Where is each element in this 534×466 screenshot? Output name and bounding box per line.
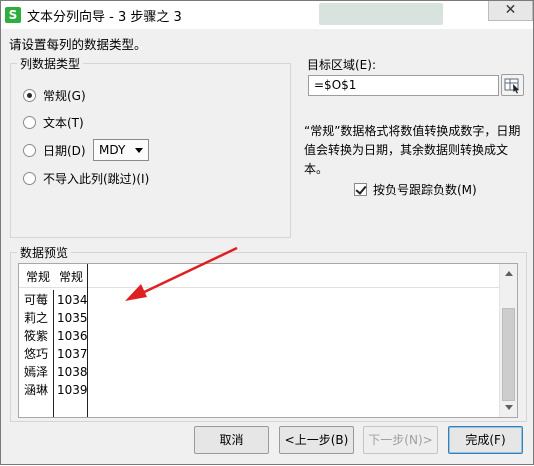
close-button[interactable]: ✕: [488, 1, 533, 21]
preview-header-col-2[interactable]: 常规: [59, 268, 83, 285]
negative-sign-checkbox-row[interactable]: 按负号跟踪负数(M): [354, 181, 477, 198]
radio-general-indicator[interactable]: [23, 88, 36, 102]
preview-header-row: 常规 常规: [19, 264, 499, 288]
radio-text-label: 文本(T): [43, 115, 84, 130]
radio-text[interactable]: 文本(T): [23, 113, 84, 131]
preview-cell: 可莓: [24, 293, 49, 307]
preview-cell: 筱紫: [24, 329, 49, 343]
window-title: 文本分列向导 - 3 步骤之 3: [27, 10, 182, 25]
radio-date-label: 日期(D): [43, 143, 86, 158]
radio-general-label: 常规(G): [43, 88, 86, 103]
target-area-input[interactable]: =$O$1: [308, 75, 499, 96]
date-format-value: MDY: [99, 143, 126, 157]
radio-date[interactable]: 日期(D): [23, 141, 86, 159]
chevron-down-icon[interactable]: [135, 148, 143, 153]
preview-cell: 涵琳: [24, 383, 49, 397]
preview-cell: 莉之: [24, 311, 49, 325]
preview-header-col-1[interactable]: 常规: [26, 268, 50, 285]
radio-text-indicator[interactable]: [23, 115, 36, 129]
format-description: “常规”数据格式将数值转换成数字，日期值会转换为日期，其余数据则转换成文本。: [304, 124, 521, 176]
title-bar: S 文本分列向导 - 3 步骤之 3 ✕: [1, 1, 533, 29]
back-button[interactable]: <上一步(B): [279, 426, 354, 454]
target-area-label: 目标区域(E):: [307, 58, 376, 72]
app-logo-icon: S: [5, 7, 21, 23]
preview-cell: 1035: [57, 311, 88, 325]
radio-general[interactable]: 常规(G): [23, 86, 86, 104]
preview-vertical-scrollbar[interactable]: [499, 264, 517, 417]
preview-cell: 嫣泽: [24, 365, 49, 379]
preview-cell: 1034: [57, 293, 88, 307]
scrollbar-thumb[interactable]: [502, 308, 515, 401]
finish-button[interactable]: 完成(F): [448, 426, 523, 454]
radio-date-indicator[interactable]: [23, 143, 36, 157]
radio-skip-column[interactable]: 不导入此列(跳过)(I): [23, 169, 149, 187]
blurred-background-region: [319, 3, 443, 25]
scroll-down-arrow-icon[interactable]: [505, 405, 513, 410]
preview-cell: 1037: [57, 347, 88, 361]
data-preview-grid[interactable]: 常规 常规 可莓 1034 莉之 1035 筱紫 1036 悠巧 1037 嫣泽…: [18, 263, 518, 418]
negative-sign-label: 按负号跟踪负数(M): [373, 183, 477, 197]
column-separator-1: [53, 290, 54, 417]
scroll-up-arrow-icon[interactable]: [505, 271, 513, 276]
radio-skip-indicator[interactable]: [23, 171, 36, 185]
data-preview-title: 数据预览: [17, 244, 72, 261]
column-type-group-title: 列数据类型: [17, 55, 84, 72]
negative-sign-checkbox[interactable]: [354, 183, 367, 196]
preview-cell: 1038: [57, 365, 88, 379]
preview-cell: 悠巧: [24, 347, 49, 361]
instruction-text: 请设置每列的数据类型。: [9, 37, 147, 52]
next-button[interactable]: 下一步(N)>: [363, 426, 438, 454]
cancel-button[interactable]: 取消: [194, 426, 269, 454]
text-to-columns-dialog: S 文本分列向导 - 3 步骤之 3 ✕ 请设置每列的数据类型。 列数据类型 常…: [0, 0, 534, 465]
range-select-button[interactable]: [501, 74, 524, 96]
radio-skip-label: 不导入此列(跳过)(I): [43, 171, 150, 186]
preview-cell: 1039: [57, 383, 88, 397]
range-select-icon: [504, 78, 519, 94]
preview-cell: 1036: [57, 329, 88, 343]
date-format-select[interactable]: MDY: [93, 139, 149, 161]
